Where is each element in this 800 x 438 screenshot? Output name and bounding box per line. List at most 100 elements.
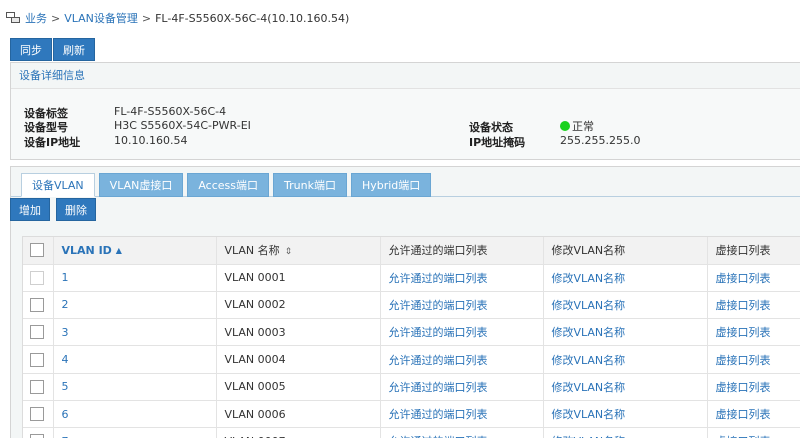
vlan-id-link[interactable]: 6 xyxy=(53,400,217,429)
ip-mask-label: IP地址掩码 xyxy=(469,136,526,149)
vlan-id-link[interactable]: 2 xyxy=(53,291,217,320)
breadcrumb: 业务 > VLAN设备管理 > FL-4F-S5560X-56C-4(10.10… xyxy=(6,10,349,26)
column-virtual-ports: 虚接口列表 xyxy=(707,237,800,265)
row-checkbox[interactable] xyxy=(30,325,44,340)
virtual-ports-link[interactable]: 虚接口列表 xyxy=(707,318,800,347)
modify-name-link[interactable]: 修改VLAN名称 xyxy=(543,345,708,374)
virtual-ports-link[interactable]: 虚接口列表 xyxy=(707,373,800,401)
row-checkbox[interactable] xyxy=(30,434,44,438)
column-allowed-ports-label: 允许通过的端口列表 xyxy=(388,244,488,258)
select-all-checkbox[interactable] xyxy=(30,243,44,258)
status-ok-icon xyxy=(560,121,570,131)
tab-bar: 设备VLAN VLAN虚接口 Access端口 Trunk端口 Hybrid端口 xyxy=(21,173,435,197)
sync-button[interactable]: 同步 xyxy=(10,38,52,61)
breadcrumb-separator: > xyxy=(141,11,152,25)
vlan-id-link[interactable]: 3 xyxy=(53,318,217,347)
ip-mask-row: 255.255.255.0 xyxy=(560,134,640,147)
row-select-cell xyxy=(23,427,54,438)
tab-vlan-interface[interactable]: VLAN虚接口 xyxy=(98,173,184,197)
tab-hybrid-port[interactable]: Hybrid端口 xyxy=(350,173,432,197)
device-ip-row: 10.10.160.54 xyxy=(114,134,187,147)
device-model-row: 设备型号 xyxy=(24,119,68,135)
modify-name-link[interactable]: 修改VLAN名称 xyxy=(543,400,708,429)
breadcrumb-section-link[interactable]: VLAN设备管理 xyxy=(64,10,138,26)
tab-device-vlan[interactable]: 设备VLAN xyxy=(21,173,95,197)
modify-name-link[interactable]: 修改VLAN名称 xyxy=(543,264,708,292)
row-checkbox[interactable] xyxy=(30,379,44,394)
device-ip-label: 设备IP地址 xyxy=(24,136,81,149)
table-row: 2 VLAN 0002 允许通过的端口列表 修改VLAN名称 虚接口列表 xyxy=(23,291,800,320)
row-checkbox[interactable] xyxy=(30,352,44,367)
column-vlan-id[interactable]: VLAN ID ▲ xyxy=(53,237,217,265)
row-checkbox[interactable] xyxy=(30,407,44,422)
device-ip-row: 设备IP地址 xyxy=(24,134,80,150)
column-vlan-name[interactable]: VLAN 名称 ⇕ xyxy=(216,237,381,265)
device-status-row: 设备状态 xyxy=(469,119,513,135)
tab-trunk-port[interactable]: Trunk端口 xyxy=(273,173,347,197)
allowed-ports-link[interactable]: 允许通过的端口列表 xyxy=(380,291,544,320)
column-modify-name-label: 修改VLAN名称 xyxy=(551,244,626,258)
table-row: 6 VLAN 0006 允许通过的端口列表 修改VLAN名称 虚接口列表 xyxy=(23,400,800,429)
select-all-cell xyxy=(23,237,54,265)
device-model-label: 设备型号 xyxy=(24,121,68,134)
vlan-name-cell: VLAN 0002 xyxy=(216,291,381,320)
vlan-id-link[interactable]: 5 xyxy=(53,373,217,401)
allowed-ports-link[interactable]: 允许通过的端口列表 xyxy=(380,427,544,438)
delete-vlan-button[interactable]: 删除 xyxy=(56,198,96,221)
virtual-ports-link[interactable]: 虚接口列表 xyxy=(707,345,800,374)
row-select-cell xyxy=(23,345,54,374)
virtual-ports-link[interactable]: 虚接口列表 xyxy=(707,400,800,429)
row-select-cell xyxy=(23,400,54,429)
modify-name-link[interactable]: 修改VLAN名称 xyxy=(543,373,708,401)
vlan-id-link[interactable]: 4 xyxy=(53,345,217,374)
add-vlan-button[interactable]: 增加 xyxy=(10,198,50,221)
refresh-button[interactable]: 刷新 xyxy=(53,38,95,61)
table-row: 5 VLAN 0005 允许通过的端口列表 修改VLAN名称 虚接口列表 xyxy=(23,373,800,401)
breadcrumb-current: FL-4F-S5560X-56C-4(10.10.160.54) xyxy=(155,11,350,25)
device-model-value: H3C S5560X-54C-PWR-EI xyxy=(114,119,251,132)
row-select-cell xyxy=(23,291,54,320)
breadcrumb-root-link[interactable]: 业务 xyxy=(25,10,47,26)
table-row: 1 VLAN 0001 允许通过的端口列表 修改VLAN名称 虚接口列表 xyxy=(23,264,800,292)
allowed-ports-link[interactable]: 允许通过的端口列表 xyxy=(380,264,544,292)
row-select-cell xyxy=(23,373,54,401)
device-status-label: 设备状态 xyxy=(469,121,513,134)
topology-icon xyxy=(6,12,20,24)
device-ip-value: 10.10.160.54 xyxy=(114,134,188,147)
row-select-cell xyxy=(23,318,54,347)
top-toolbar: 同步 刷新 xyxy=(10,38,96,61)
sort-toggle-icon: ⇕ xyxy=(284,247,293,258)
vlan-table: VLAN ID ▲ VLAN 名称 ⇕ 允许通过的端口列表 修改VLAN名称 虚接口… xyxy=(22,236,800,438)
virtual-ports-link[interactable]: 虚接口列表 xyxy=(707,291,800,320)
allowed-ports-link[interactable]: 允许通过的端口列表 xyxy=(380,400,544,429)
vlan-name-cell: VLAN 0003 xyxy=(216,318,381,347)
breadcrumb-separator: > xyxy=(51,11,61,25)
vlan-name-cell: VLAN 0007 xyxy=(216,427,381,438)
sort-ascending-icon: ▲ xyxy=(115,245,122,255)
table-row: 4 VLAN 0004 允许通过的端口列表 修改VLAN名称 虚接口列表 xyxy=(23,345,800,374)
ip-mask-row: IP地址掩码 xyxy=(469,134,525,150)
modify-name-link[interactable]: 修改VLAN名称 xyxy=(543,291,708,320)
allowed-ports-link[interactable]: 允许通过的端口列表 xyxy=(380,345,544,374)
vlan-name-cell: VLAN 0005 xyxy=(216,373,381,401)
vlan-id-link[interactable]: 1 xyxy=(53,264,217,292)
virtual-ports-link[interactable]: 虚接口列表 xyxy=(707,264,800,292)
column-vlan-name-label: VLAN 名称 xyxy=(224,244,280,258)
vlan-id-link[interactable]: 7 xyxy=(53,427,217,438)
modify-name-link[interactable]: 修改VLAN名称 xyxy=(543,318,708,347)
column-vlan-id-label: VLAN ID xyxy=(61,243,112,257)
row-checkbox[interactable] xyxy=(30,297,44,312)
allowed-ports-link[interactable]: 允许通过的端口列表 xyxy=(380,318,544,347)
device-label-value: FL-4F-S5560X-56C-4 xyxy=(114,105,227,118)
modify-name-link[interactable]: 修改VLAN名称 xyxy=(543,427,708,438)
vlan-name-cell: VLAN 0006 xyxy=(216,400,381,429)
vlan-actions: 增加 删除 xyxy=(10,198,102,221)
allowed-ports-link[interactable]: 允许通过的端口列表 xyxy=(380,373,544,401)
row-checkbox xyxy=(30,270,44,285)
virtual-ports-link[interactable]: 虚接口列表 xyxy=(707,427,800,438)
panel-title: 设备详细信息 xyxy=(11,63,800,89)
column-modify-name: 修改VLAN名称 xyxy=(543,237,708,265)
vlan-name-cell: VLAN 0004 xyxy=(216,345,381,374)
tab-access-port[interactable]: Access端口 xyxy=(187,173,270,197)
device-label-row: FL-4F-S5560X-56C-4 xyxy=(114,105,226,118)
